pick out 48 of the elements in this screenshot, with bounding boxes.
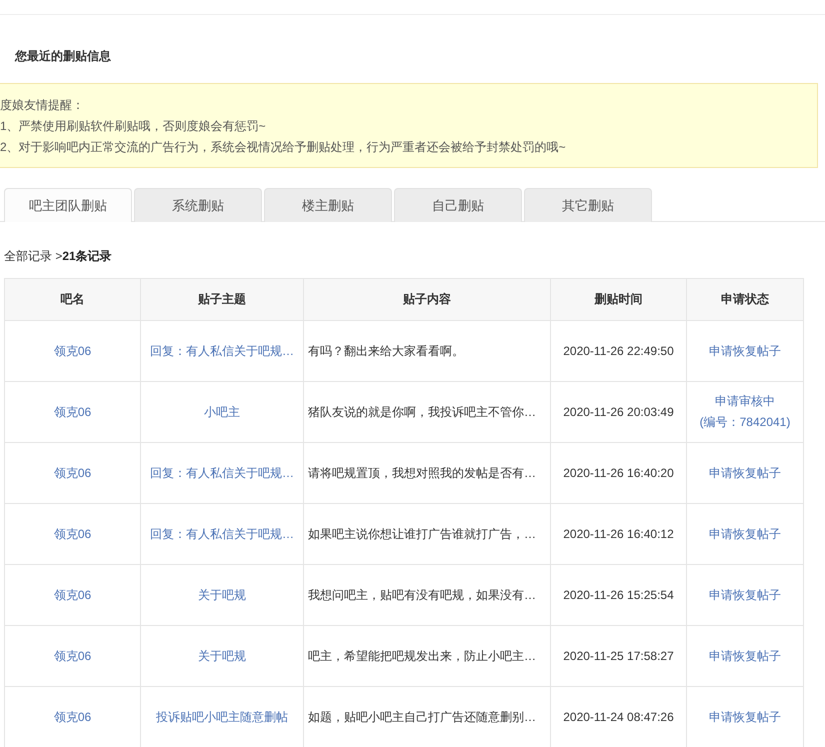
- column-header: 吧名: [4, 278, 140, 320]
- record-count: 21条记录: [62, 249, 112, 263]
- column-header: 申请状态: [686, 278, 804, 320]
- delete-time: 2020-11-25 17:58:27: [563, 649, 674, 663]
- forum-link[interactable]: 领克06: [54, 710, 92, 724]
- forum-link[interactable]: 领克06: [54, 404, 92, 418]
- forum-link[interactable]: 领克06: [54, 526, 92, 540]
- post-content: 请将吧规置顶，我想对照我的发帖是否有…: [308, 466, 536, 480]
- restore-link[interactable]: 申请恢复帖子: [709, 466, 781, 480]
- post-title-link[interactable]: 关于吧规: [198, 648, 246, 662]
- delete-time: 2020-11-26 20:03:49: [563, 405, 674, 419]
- delete-time: 2020-11-24 08:47:26: [563, 710, 674, 724]
- tab[interactable]: 其它删贴: [524, 188, 652, 222]
- tab[interactable]: 系统删贴: [134, 188, 262, 222]
- tab[interactable]: 自己删贴: [394, 188, 522, 222]
- delete-time: 2020-11-26 15:25:54: [563, 588, 674, 602]
- forum-link[interactable]: 领克06: [54, 466, 92, 480]
- post-content: 猪队友说的就是你啊，我投诉吧主不管你…: [308, 404, 536, 418]
- column-header: 贴子主题: [140, 278, 304, 320]
- notice-text: 1、严禁使用刷贴软件刷贴哦，否则度娘会有惩罚~: [0, 118, 267, 135]
- post-content: 如题，贴吧小吧主自己打广告还随意删别…: [308, 710, 536, 724]
- notice-text: 2、对于影响吧内正常交流的广告行为，系统会视情况给予删贴处理，行为严重者还会被给予封禁处罚的哦~: [0, 139, 567, 156]
- notice-title: 度娘友情提醒：: [0, 97, 85, 114]
- delete-time: 2020-11-26 22:49:50: [563, 344, 674, 358]
- forum-link[interactable]: 领克06: [54, 344, 92, 358]
- restore-link[interactable]: 申请恢复帖子: [709, 710, 781, 724]
- tab[interactable]: 吧主团队删贴: [4, 188, 132, 222]
- delete-time: 2020-11-26 16:40:20: [563, 466, 674, 480]
- review-status: 申请审核中 (编号：7842041): [698, 393, 792, 431]
- post-content: 有吗？翻出来给大家看看啊。: [308, 344, 464, 358]
- post-title-link[interactable]: 小吧主: [204, 404, 240, 418]
- column-header: 删贴时间: [550, 278, 686, 320]
- post-content: 如果吧主说你想让谁打广告谁就打广告，…: [308, 526, 536, 540]
- forum-link[interactable]: 领克06: [54, 648, 92, 662]
- post-content: 我想问吧主，贴吧有没有吧规，如果没有…: [308, 588, 536, 602]
- post-title-link[interactable]: 关于吧规: [198, 588, 246, 602]
- forum-link[interactable]: 领克06: [54, 588, 92, 602]
- post-content: 吧主，希望能把吧规发出来，防止小吧主…: [308, 648, 536, 662]
- restore-link[interactable]: 申请恢复帖子: [709, 526, 781, 540]
- delete-time: 2020-11-26 16:40:12: [563, 527, 674, 541]
- restore-link[interactable]: 申请恢复帖子: [709, 588, 781, 602]
- post-title-link[interactable]: 投诉贴吧小吧主随意删帖: [156, 710, 288, 724]
- restore-link[interactable]: 申请恢复帖子: [709, 648, 781, 662]
- section-heading: 您最近的删贴信息: [14, 48, 112, 65]
- restore-link[interactable]: 申请恢复帖子: [709, 344, 781, 358]
- column-header: 贴子内容: [304, 278, 550, 320]
- breadcrumb-link[interactable]: 全部记录 >: [4, 249, 62, 263]
- tab[interactable]: 楼主删贴: [264, 188, 392, 222]
